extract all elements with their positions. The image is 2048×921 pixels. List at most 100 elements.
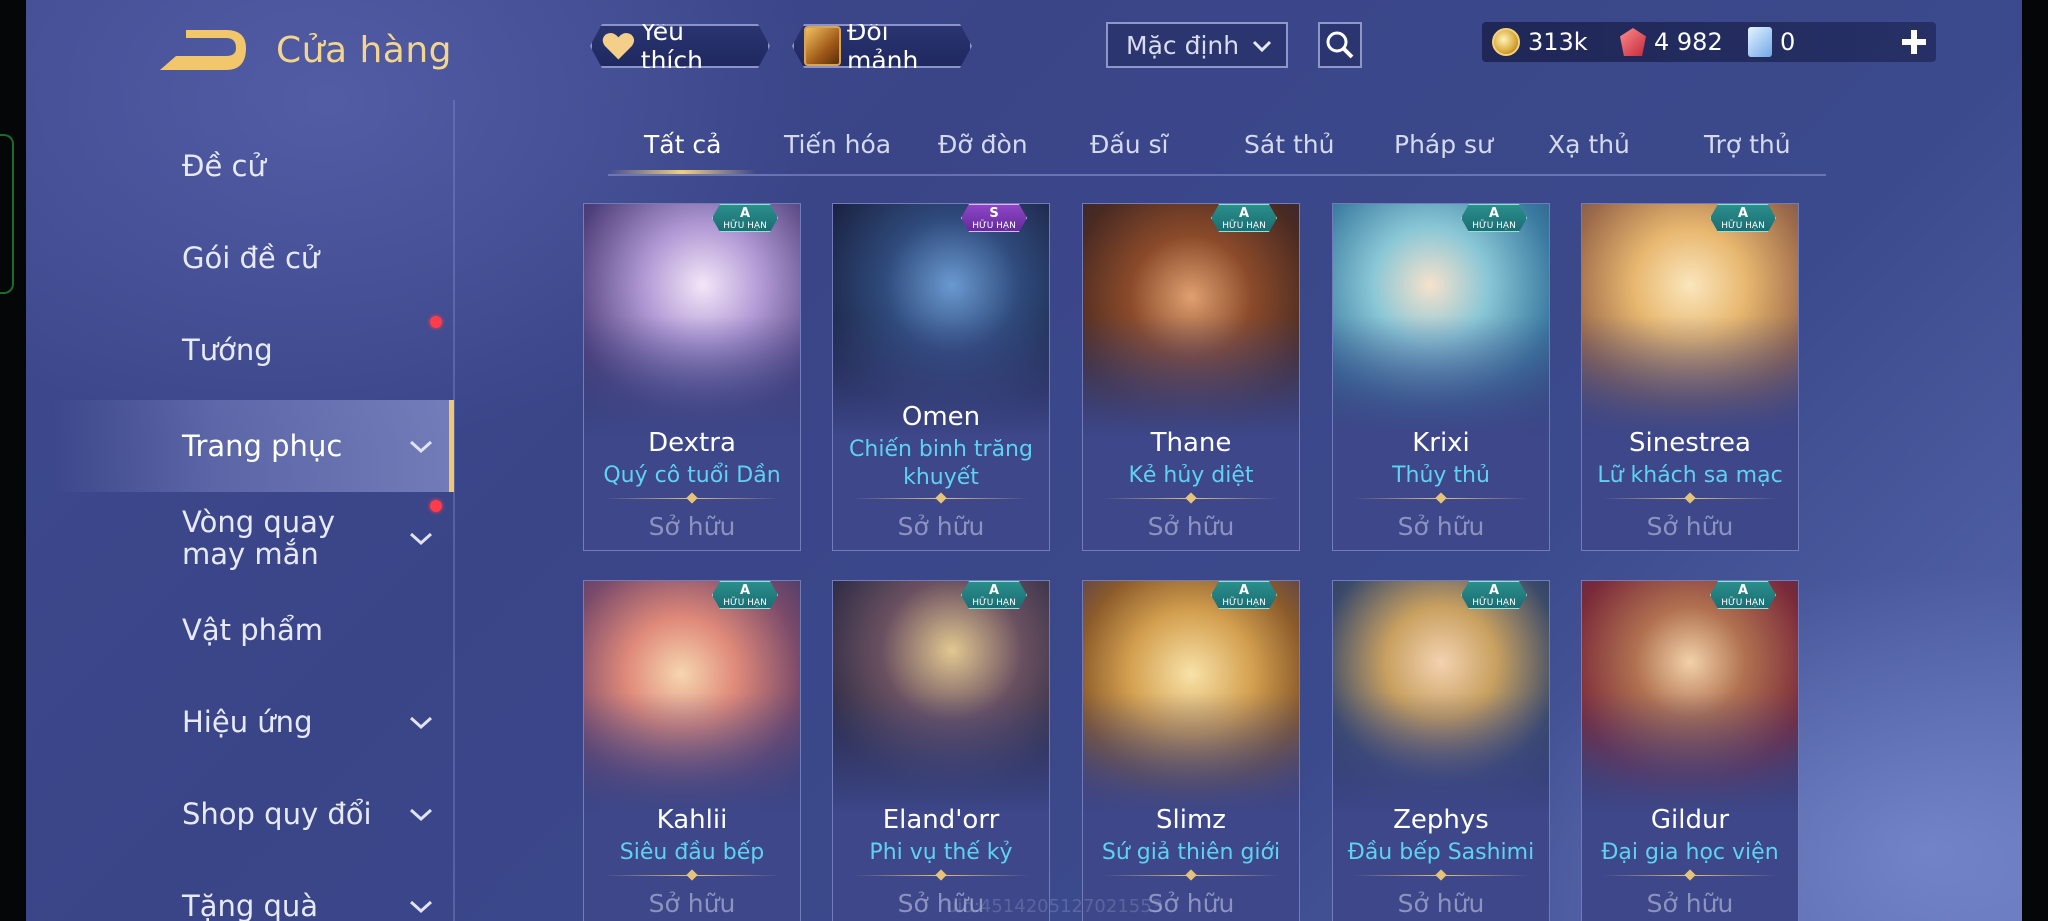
owned-status: Sở hữu bbox=[1397, 889, 1485, 918]
card-divider bbox=[604, 875, 780, 876]
skin-artwork bbox=[584, 581, 800, 813]
limited-badge: A HỮU HẠN bbox=[1710, 581, 1776, 609]
sidebar-item-lucky-wheel[interactable]: Vòng quay may mắn bbox=[52, 492, 454, 584]
sidebar-item-label: Gói đề cử bbox=[182, 241, 320, 275]
gold-amount: 313k bbox=[1528, 28, 1588, 56]
skin-name: Quý cô tuổi Dần bbox=[603, 463, 781, 488]
sort-dropdown[interactable]: Mặc định bbox=[1106, 22, 1288, 68]
notification-dot bbox=[430, 500, 442, 512]
owned-status: Sở hữu bbox=[1397, 512, 1485, 541]
limited-badge: A HỮU HẠN bbox=[712, 581, 778, 609]
tab-marksman[interactable]: Xạ thủ bbox=[1548, 130, 1630, 159]
back-arrow-icon bbox=[160, 30, 246, 70]
tab-evolution[interactable]: Tiến hóa bbox=[784, 130, 891, 159]
skin-card[interactable]: A HỮU HẠN Eland'orr Phi vụ thế kỷ Sở hữu bbox=[832, 580, 1050, 921]
favorites-button[interactable]: Yêu thích bbox=[590, 24, 770, 68]
skin-name: Phi vụ thế kỷ bbox=[869, 840, 1013, 865]
skin-artwork bbox=[833, 581, 1049, 813]
tab-assassin[interactable]: Sát thủ bbox=[1244, 130, 1334, 159]
hero-name: Krixi bbox=[1412, 428, 1470, 458]
card-divider bbox=[1602, 875, 1778, 876]
skin-card[interactable]: A HỮU HẠN Slimz Sứ giả thiên giới Sở hữu bbox=[1082, 580, 1300, 921]
search-button[interactable] bbox=[1318, 22, 1362, 68]
sidebar-item-featured[interactable]: Đề cử bbox=[52, 120, 454, 212]
limited-badge: S HỮU HẠN bbox=[961, 204, 1027, 232]
skin-card[interactable]: A HỮU HẠN Dextra Quý cô tuổi Dần Sở hữu bbox=[583, 203, 801, 551]
skin-artwork bbox=[1582, 581, 1798, 813]
tab-mage[interactable]: Pháp sư bbox=[1394, 130, 1493, 159]
skin-artwork bbox=[1083, 204, 1299, 436]
uid-watermark: uid:4514205127021553 bbox=[946, 896, 1164, 917]
plus-icon bbox=[1902, 30, 1926, 54]
skin-artwork bbox=[1582, 204, 1798, 436]
card-divider bbox=[1103, 498, 1279, 499]
back-button[interactable] bbox=[156, 26, 248, 76]
limited-badge: A HỮU HẠN bbox=[961, 581, 1027, 609]
skin-name: Lữ khách sa mạc bbox=[1597, 463, 1783, 488]
gem-amount: 4 982 bbox=[1654, 28, 1723, 56]
card-divider bbox=[1353, 498, 1529, 499]
voucher-amount: 0 bbox=[1780, 28, 1796, 56]
skin-name: Đầu bếp Sashimi bbox=[1347, 840, 1535, 865]
voucher-currency: 0 bbox=[1748, 22, 1795, 62]
exchange-shards-button[interactable]: Đổi mảnh bbox=[792, 24, 972, 68]
sidebar-item-skins[interactable]: Trang phục bbox=[52, 400, 454, 492]
owned-status: Sở hữu bbox=[897, 512, 985, 541]
hero-name: Zephys bbox=[1393, 805, 1489, 835]
ruby-gem-icon bbox=[1620, 28, 1646, 56]
sidebar-item-featured-packs[interactable]: Gói đề cử bbox=[52, 212, 454, 328]
chevron-down-icon bbox=[409, 808, 433, 822]
shard-icon bbox=[804, 26, 841, 66]
heart-icon bbox=[602, 31, 635, 61]
skin-artwork bbox=[1333, 581, 1549, 813]
owned-status: Sở hữu bbox=[1147, 512, 1235, 541]
tab-tank[interactable]: Đỡ đòn bbox=[938, 130, 1028, 159]
chevron-down-icon bbox=[409, 900, 433, 914]
limited-badge: A HỮU HẠN bbox=[712, 204, 778, 232]
skin-card[interactable]: A HỮU HẠN Thane Kẻ hủy diệt Sở hữu bbox=[1082, 203, 1300, 551]
sidebar-item-effects[interactable]: Hiệu ứng bbox=[52, 676, 454, 768]
favorites-label: Yêu thích bbox=[640, 17, 703, 75]
sidebar-item-label: Tặng quà bbox=[182, 889, 319, 921]
sidebar-item-heroes[interactable]: Tướng bbox=[52, 304, 454, 396]
limited-badge: A HỮU HẠN bbox=[1211, 204, 1277, 232]
skin-artwork bbox=[1333, 204, 1549, 436]
hero-name: Sinestrea bbox=[1629, 428, 1751, 458]
sidebar-item-label: Hiệu ứng bbox=[182, 705, 313, 739]
gem-currency: 4 982 bbox=[1620, 22, 1723, 62]
skin-card[interactable]: A HỮU HẠN Sinestrea Lữ khách sa mạc Sở hữ… bbox=[1581, 203, 1799, 551]
skin-name: Thủy thủ bbox=[1392, 463, 1490, 488]
card-divider bbox=[1103, 875, 1279, 876]
shop-screen: Cửa hàng Yêu thích Đổi mảnh Mặc định 313… bbox=[26, 0, 2022, 921]
chevron-down-icon bbox=[1252, 40, 1272, 53]
edge-glow bbox=[0, 134, 14, 294]
tab-all[interactable]: Tất cả bbox=[644, 130, 721, 159]
tab-support[interactable]: Trợ thủ bbox=[1704, 130, 1791, 159]
skin-card[interactable]: A HỮU HẠN Krixi Thủy thủ Sở hữu bbox=[1332, 203, 1550, 551]
hero-name: Slimz bbox=[1156, 805, 1226, 835]
hero-name: Dextra bbox=[648, 428, 736, 458]
skin-name: Kẻ hủy diệt bbox=[1128, 463, 1254, 488]
skin-card[interactable]: A HỮU HẠN Gildur Đại gia học viện Sở hữu bbox=[1581, 580, 1799, 921]
sidebar-item-items[interactable]: Vật phẩm bbox=[52, 584, 454, 676]
skin-card[interactable]: A HỮU HẠN Zephys Đầu bếp Sashimi Sở hữu bbox=[1332, 580, 1550, 921]
tab-fighter[interactable]: Đấu sĩ bbox=[1090, 130, 1168, 159]
skin-artwork bbox=[584, 204, 800, 436]
limited-badge: A HỮU HẠN bbox=[1461, 204, 1527, 232]
card-divider bbox=[853, 875, 1029, 876]
exchange-shards-label: Đổi mảnh bbox=[847, 17, 919, 75]
sidebar-item-label: Trang phục bbox=[182, 429, 343, 463]
sidebar-item-exchange-shop[interactable]: Shop quy đổi bbox=[52, 768, 454, 860]
skin-card[interactable]: A HỮU HẠN Kahlii Siêu đầu bếp Sở hữu bbox=[583, 580, 801, 921]
sidebar-item-gifts[interactable]: Tặng quà bbox=[52, 860, 454, 921]
screen-edge-right bbox=[2022, 0, 2048, 921]
top-up-button[interactable] bbox=[1894, 22, 1934, 62]
page-title: Cửa hàng bbox=[276, 30, 453, 71]
limited-badge: A HỮU HẠN bbox=[1710, 204, 1776, 232]
owned-status: Sở hữu bbox=[1646, 889, 1734, 918]
screen-edge-left bbox=[0, 0, 26, 921]
hero-name: Omen bbox=[901, 402, 981, 432]
owned-status: Sở hữu bbox=[1646, 512, 1734, 541]
skin-card[interactable]: S HỮU HẠN Omen Chiến binh trăng khuyết Sở… bbox=[832, 203, 1050, 551]
owned-status: Sở hữu bbox=[648, 889, 736, 918]
